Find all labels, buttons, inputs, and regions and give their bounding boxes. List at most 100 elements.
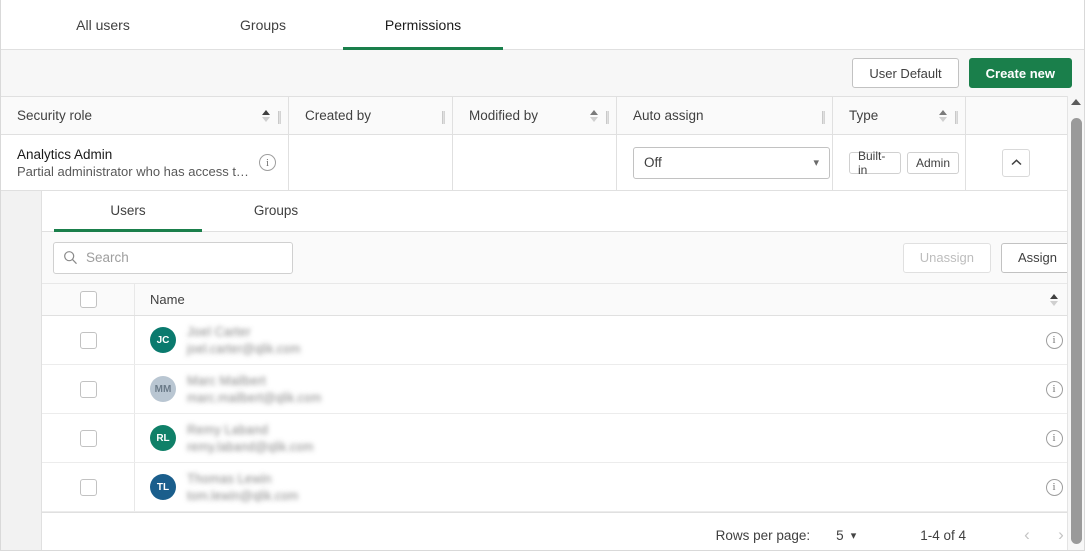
column-header-type-label: Type	[849, 108, 878, 123]
avatar: RL	[150, 425, 176, 451]
row-checkbox[interactable]	[80, 430, 97, 447]
detail-tab-bar: Users Groups	[42, 191, 1084, 232]
role-cell-type: Built-in Admin	[833, 135, 966, 190]
row-select-cell	[42, 365, 135, 413]
search-input[interactable]	[86, 250, 283, 265]
select-all-checkbox[interactable]	[80, 291, 97, 308]
auto-assign-value: Off	[644, 155, 662, 170]
resize-security-role-handle[interactable]: ||	[277, 108, 280, 124]
collapse-role-button[interactable]	[1002, 149, 1030, 177]
user-name: Joel Carter	[187, 324, 300, 339]
table-row[interactable]: TL Thomas Lewin tom.lewin@qlik.com i	[42, 463, 1084, 512]
user-info-icon[interactable]: i	[1046, 479, 1063, 496]
table-row[interactable]: JC Joel Carter joel.carter@qlik.com i	[42, 316, 1084, 365]
rows-per-page-value: 5	[836, 528, 844, 543]
action-bar: User Default Create new	[1, 50, 1084, 97]
avatar: TL	[150, 474, 176, 500]
search-icon	[63, 250, 78, 265]
user-default-button[interactable]: User Default	[852, 58, 958, 88]
tab-all-users[interactable]: All users	[23, 0, 183, 49]
sort-type-icon[interactable]	[939, 110, 947, 122]
tab-permissions-label: Permissions	[385, 17, 461, 33]
avatar: MM	[150, 376, 176, 402]
user-email: tom.lewin@qlik.com	[187, 489, 298, 503]
column-header-created-by[interactable]: Created by ||	[289, 97, 453, 134]
detail-gutter	[1, 191, 42, 551]
user-email: joel.carter@qlik.com	[187, 342, 300, 356]
user-info-icon[interactable]: i	[1046, 430, 1063, 447]
column-header-modified-by-label: Modified by	[469, 108, 538, 123]
row-name-cell: JC Joel Carter joel.carter@qlik.com	[135, 316, 1024, 364]
role-description: Partial administrator who has access t…	[17, 164, 249, 179]
tab-permissions[interactable]: Permissions	[343, 0, 503, 49]
resize-created-by-handle[interactable]: ||	[441, 108, 444, 124]
column-header-security-role[interactable]: Security role ||	[1, 97, 289, 134]
permissions-page: All users Groups Permissions User Defaul…	[0, 0, 1085, 551]
user-name: Marc Mailbert	[187, 373, 321, 388]
pagination-range: 1-4 of 4	[920, 528, 966, 543]
avatar: JC	[150, 327, 176, 353]
auto-assign-select[interactable]: Off ▾	[633, 147, 830, 179]
resize-type-handle[interactable]: ||	[954, 108, 957, 124]
users-table-header: Name	[42, 283, 1084, 316]
column-header-type[interactable]: Type ||	[833, 97, 966, 134]
column-header-name[interactable]: Name	[135, 284, 1024, 315]
rows-per-page-select[interactable]: 5 ▾	[836, 528, 856, 543]
primary-tab-bar: All users Groups Permissions	[1, 0, 1084, 50]
sort-security-role-icon[interactable]	[262, 110, 270, 122]
role-row-analytics-admin[interactable]: Analytics Admin Partial administrator wh…	[1, 135, 1084, 191]
user-name: Remy Laband	[187, 422, 313, 437]
row-select-cell	[42, 414, 135, 462]
select-all-cell	[42, 284, 135, 315]
table-row[interactable]: RL Remy Laband remy.laband@qlik.com i	[42, 414, 1084, 463]
row-checkbox[interactable]	[80, 381, 97, 398]
column-header-created-by-label: Created by	[305, 108, 371, 123]
rows-per-page-label: Rows per page:	[716, 528, 811, 543]
column-header-actions	[966, 97, 1066, 134]
table-row[interactable]: MM Marc Mailbert marc.mailbert@qlik.com …	[42, 365, 1084, 414]
tab-groups[interactable]: Groups	[183, 0, 343, 49]
detail-toolbar: Unassign Assign	[42, 232, 1084, 284]
role-cell-created-by	[289, 135, 453, 190]
assign-button[interactable]: Assign	[1001, 243, 1074, 273]
row-checkbox[interactable]	[80, 479, 97, 496]
tab-all-users-label: All users	[76, 17, 130, 33]
search-box[interactable]	[53, 242, 293, 274]
tab-groups-label: Groups	[240, 17, 286, 33]
role-info-icon[interactable]: i	[259, 154, 276, 171]
scroll-up-arrow-icon[interactable]	[1071, 99, 1081, 105]
roles-table-header: Security role || Created by || Modified …	[1, 97, 1084, 135]
row-name-cell: TL Thomas Lewin tom.lewin@qlik.com	[135, 463, 1024, 511]
unassign-button[interactable]: Unassign	[903, 243, 991, 273]
sort-modified-by-icon[interactable]	[590, 110, 598, 122]
row-select-cell	[42, 316, 135, 364]
role-cell-modified-by	[453, 135, 617, 190]
previous-page-button[interactable]: ‹	[1010, 520, 1044, 550]
tab-detail-groups[interactable]: Groups	[202, 191, 350, 231]
role-cell-auto-assign: Off ▾	[617, 135, 833, 190]
resize-modified-by-handle[interactable]: ||	[605, 108, 608, 124]
chevron-down-icon: ▾	[851, 529, 857, 542]
user-name: Thomas Lewin	[187, 471, 298, 486]
column-header-auto-assign-label: Auto assign	[633, 108, 704, 123]
column-header-modified-by[interactable]: Modified by ||	[453, 97, 617, 134]
user-info-icon[interactable]: i	[1046, 381, 1063, 398]
user-email: marc.mailbert@qlik.com	[187, 391, 321, 405]
type-tag-built-in: Built-in	[849, 152, 901, 174]
resize-auto-assign-handle[interactable]: ||	[821, 108, 824, 124]
column-header-auto-assign[interactable]: Auto assign ||	[617, 97, 833, 134]
role-detail-panel: Users Groups Unassign Assign	[1, 191, 1084, 551]
tab-detail-users[interactable]: Users	[54, 191, 202, 231]
user-info-icon[interactable]: i	[1046, 332, 1063, 349]
create-new-button[interactable]: Create new	[969, 58, 1072, 88]
row-name-cell: MM Marc Mailbert marc.mailbert@qlik.com	[135, 365, 1024, 413]
scrollbar-thumb[interactable]	[1071, 118, 1082, 544]
vertical-scrollbar[interactable]	[1067, 96, 1084, 550]
row-checkbox[interactable]	[80, 332, 97, 349]
sort-name-icon[interactable]	[1050, 294, 1058, 306]
role-cell-actions	[966, 135, 1066, 190]
tab-detail-users-label: Users	[110, 203, 145, 218]
column-header-name-label: Name	[150, 292, 185, 307]
chevron-down-icon: ▾	[813, 156, 819, 169]
users-table-body: JC Joel Carter joel.carter@qlik.com i	[42, 316, 1084, 512]
